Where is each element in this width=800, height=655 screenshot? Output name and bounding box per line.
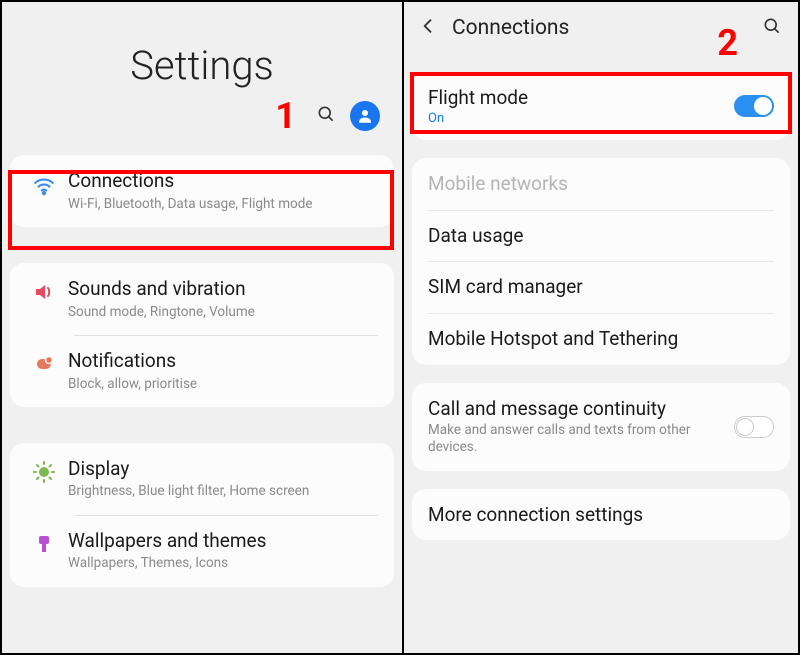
- continuity-toggle[interactable]: [734, 416, 774, 438]
- settings-item-label: Display: [68, 457, 378, 482]
- settings-item-label: Connections: [68, 169, 378, 194]
- settings-item-desc: Wi-Fi, Bluetooth, Data usage, Flight mod…: [68, 195, 378, 213]
- page-title: Connections: [452, 16, 748, 40]
- settings-item-connections[interactable]: Connections Wi-Fi, Bluetooth, Data usage…: [10, 155, 394, 227]
- row-desc: Make and answer calls and texts from oth…: [428, 422, 734, 457]
- flight-mode-toggle[interactable]: [734, 95, 774, 117]
- settings-item-desc: Block, allow, prioritise: [68, 375, 378, 393]
- row-label: More connection settings: [428, 503, 774, 527]
- settings-hero: Settings 1: [2, 2, 402, 119]
- row-label: Mobile Hotspot and Tethering: [428, 327, 774, 351]
- row-label: Data usage: [428, 224, 774, 248]
- connections-card-more: More connection settings: [412, 489, 790, 541]
- settings-item-display[interactable]: Display Brightness, Blue light filter, H…: [10, 443, 394, 515]
- back-button[interactable]: [418, 16, 438, 40]
- settings-item-label: Notifications: [68, 349, 378, 374]
- connections-item-continuity[interactable]: Call and message continuity Make and ans…: [412, 383, 790, 471]
- row-label: SIM card manager: [428, 275, 774, 299]
- row-label: Mobile networks: [428, 172, 774, 196]
- connections-item-more[interactable]: More connection settings: [412, 489, 790, 541]
- settings-item-label: Sounds and vibration: [68, 277, 378, 302]
- settings-item-wallpapers[interactable]: Wallpapers and themes Wallpapers, Themes…: [10, 515, 394, 587]
- connections-card-flight: Flight mode On: [412, 72, 790, 140]
- settings-item-desc: Sound mode, Ringtone, Volume: [68, 303, 378, 321]
- connections-item-hotspot[interactable]: Mobile Hotspot and Tethering: [412, 313, 790, 365]
- settings-item-desc: Wallpapers, Themes, Icons: [68, 554, 378, 572]
- connections-item-sim-manager[interactable]: SIM card manager: [412, 261, 790, 313]
- notifications-icon: [20, 349, 68, 376]
- annotation-step-1: 1: [275, 95, 296, 137]
- connections-screen: Connections 2 Flight mode On Mobile netw…: [404, 2, 798, 653]
- settings-item-label: Wallpapers and themes: [68, 529, 378, 554]
- wallpaper-icon: [20, 529, 68, 556]
- connections-item-flight-mode[interactable]: Flight mode On: [412, 72, 790, 140]
- connections-card-networks: Mobile networks Data usage SIM card mana…: [412, 158, 790, 365]
- connections-card-continuity: Call and message continuity Make and ans…: [412, 383, 790, 471]
- profile-avatar[interactable]: [350, 101, 380, 131]
- settings-screen: Settings 1 Connections Wi-Fi, Bluetooth,: [2, 2, 404, 653]
- display-icon: [20, 457, 68, 484]
- search-icon[interactable]: [316, 104, 336, 128]
- settings-item-sounds[interactable]: Sounds and vibration Sound mode, Rington…: [10, 263, 394, 335]
- search-icon[interactable]: [762, 16, 782, 40]
- connections-item-mobile-networks: Mobile networks: [412, 158, 790, 210]
- connections-item-data-usage[interactable]: Data usage: [412, 210, 790, 262]
- wifi-icon: [20, 169, 68, 198]
- sound-icon: [20, 277, 68, 304]
- settings-item-notifications[interactable]: Notifications Block, allow, prioritise: [10, 335, 394, 407]
- row-label: Flight mode: [428, 86, 734, 110]
- row-status: On: [428, 111, 734, 126]
- annotation-step-2: 2: [717, 22, 738, 64]
- row-label: Call and message continuity: [428, 397, 734, 421]
- connections-header: Connections: [404, 2, 798, 54]
- page-title: Settings: [22, 42, 382, 89]
- settings-group-3: Display Brightness, Blue light filter, H…: [10, 443, 394, 587]
- settings-item-desc: Brightness, Blue light filter, Home scre…: [68, 482, 378, 500]
- settings-group-2: Sounds and vibration Sound mode, Rington…: [10, 263, 394, 407]
- settings-group-1: Connections Wi-Fi, Bluetooth, Data usage…: [10, 155, 394, 227]
